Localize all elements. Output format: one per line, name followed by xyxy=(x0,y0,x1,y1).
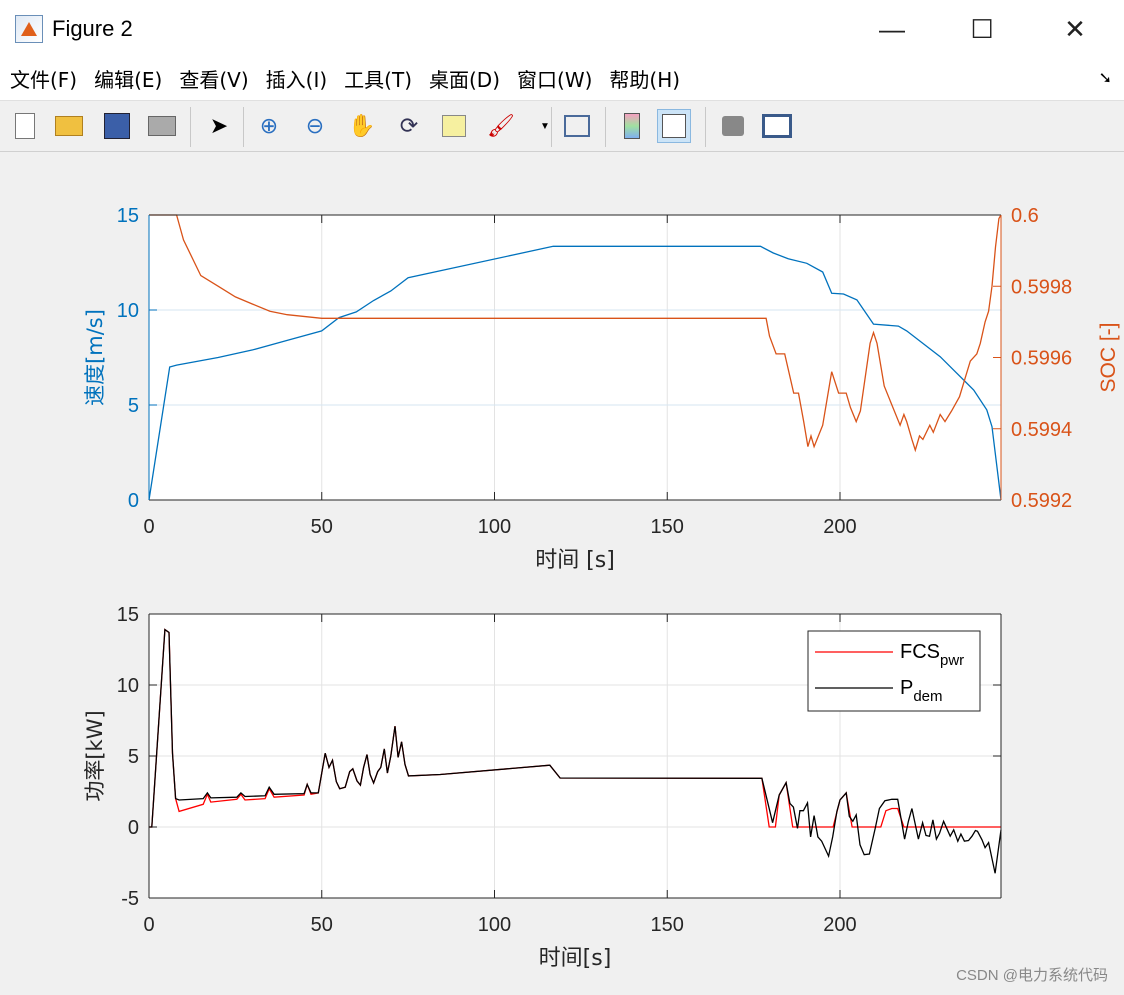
x-tick-label: 150 xyxy=(651,914,684,936)
x-tick-label: 50 xyxy=(311,914,333,936)
legend xyxy=(807,630,981,712)
y-tick-label: 10 xyxy=(117,300,139,322)
y-axis-label: 功率[kW] xyxy=(83,710,107,801)
y-tick-label: 15 xyxy=(117,205,139,227)
y-right-tick-label: 0.5994 xyxy=(1011,419,1072,441)
x-tick-label: 100 xyxy=(478,516,511,538)
y-tick-label: 5 xyxy=(128,746,139,768)
y-right-tick-label: 0.6 xyxy=(1011,205,1039,227)
y-axis-label: 速度[m/s] xyxy=(83,309,107,406)
y-right-tick-label: 0.5998 xyxy=(1011,276,1072,298)
x-tick-label: 150 xyxy=(651,516,684,538)
x-tick-label: 200 xyxy=(823,516,856,538)
figure-canvas: 0 50 100 150 2000510150.59920.59940.59960.59… xyxy=(83,205,1120,971)
y-right-tick-label: 0.5996 xyxy=(1011,348,1072,370)
x-tick-label: 0 xyxy=(143,914,154,936)
x-tick-label: 0 xyxy=(143,516,154,538)
watermark: CSDN @电力系统代码 xyxy=(956,967,1108,984)
y-tick-label: 10 xyxy=(117,675,139,697)
x-axis-label: 时间 [s] xyxy=(535,548,615,573)
plot-area xyxy=(149,215,1001,500)
x-tick-label: 200 xyxy=(823,914,856,936)
y-right-tick-label: 0.5992 xyxy=(1011,490,1072,512)
y-tick-label: -5 xyxy=(121,888,139,910)
y-tick-label: 0 xyxy=(128,490,139,512)
y-tick-label: 15 xyxy=(117,604,139,626)
x-axis-label: 时间[s] xyxy=(539,946,612,971)
y-right-axis-label: SOC [-] xyxy=(1097,322,1120,392)
x-tick-label: 50 xyxy=(311,516,333,538)
y-tick-label: 0 xyxy=(128,817,139,839)
y-tick-label: 5 xyxy=(128,395,139,417)
x-tick-label: 100 xyxy=(478,914,511,936)
